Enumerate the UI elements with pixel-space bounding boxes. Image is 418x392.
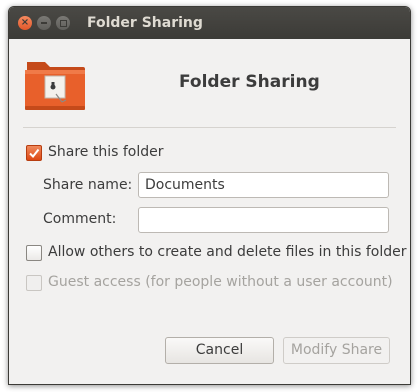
checkmark-icon — [29, 148, 40, 159]
guest-access-checkbox — [26, 275, 42, 291]
minimize-window-button[interactable] — [37, 16, 51, 30]
allow-others-label[interactable]: Allow others to create and delete files … — [48, 244, 407, 260]
maximize-window-button[interactable] — [56, 16, 70, 30]
share-folder-checkbox[interactable] — [26, 145, 42, 161]
separator — [23, 127, 396, 128]
share-name-label: Share name: — [43, 177, 133, 193]
titlebar: × Folder Sharing — [9, 7, 410, 39]
folder-share-icon — [25, 62, 85, 110]
guest-access-label: Guest access (for people without a user … — [48, 274, 393, 290]
cancel-button[interactable]: Cancel — [165, 337, 274, 364]
dialog-heading: Folder Sharing — [179, 72, 320, 92]
window-title: Folder Sharing — [87, 15, 203, 31]
share-name-input[interactable]: Documents — [138, 172, 389, 198]
modify-share-button: Modify Share — [283, 337, 390, 364]
comment-input[interactable] — [138, 207, 389, 233]
close-window-button[interactable]: × — [18, 16, 32, 30]
folder-sharing-dialog: × Folder Sharing Folder Sharing Share th… — [8, 6, 411, 385]
allow-others-checkbox[interactable] — [26, 245, 42, 261]
share-folder-label[interactable]: Share this folder — [48, 144, 164, 160]
comment-label: Comment: — [43, 211, 117, 227]
